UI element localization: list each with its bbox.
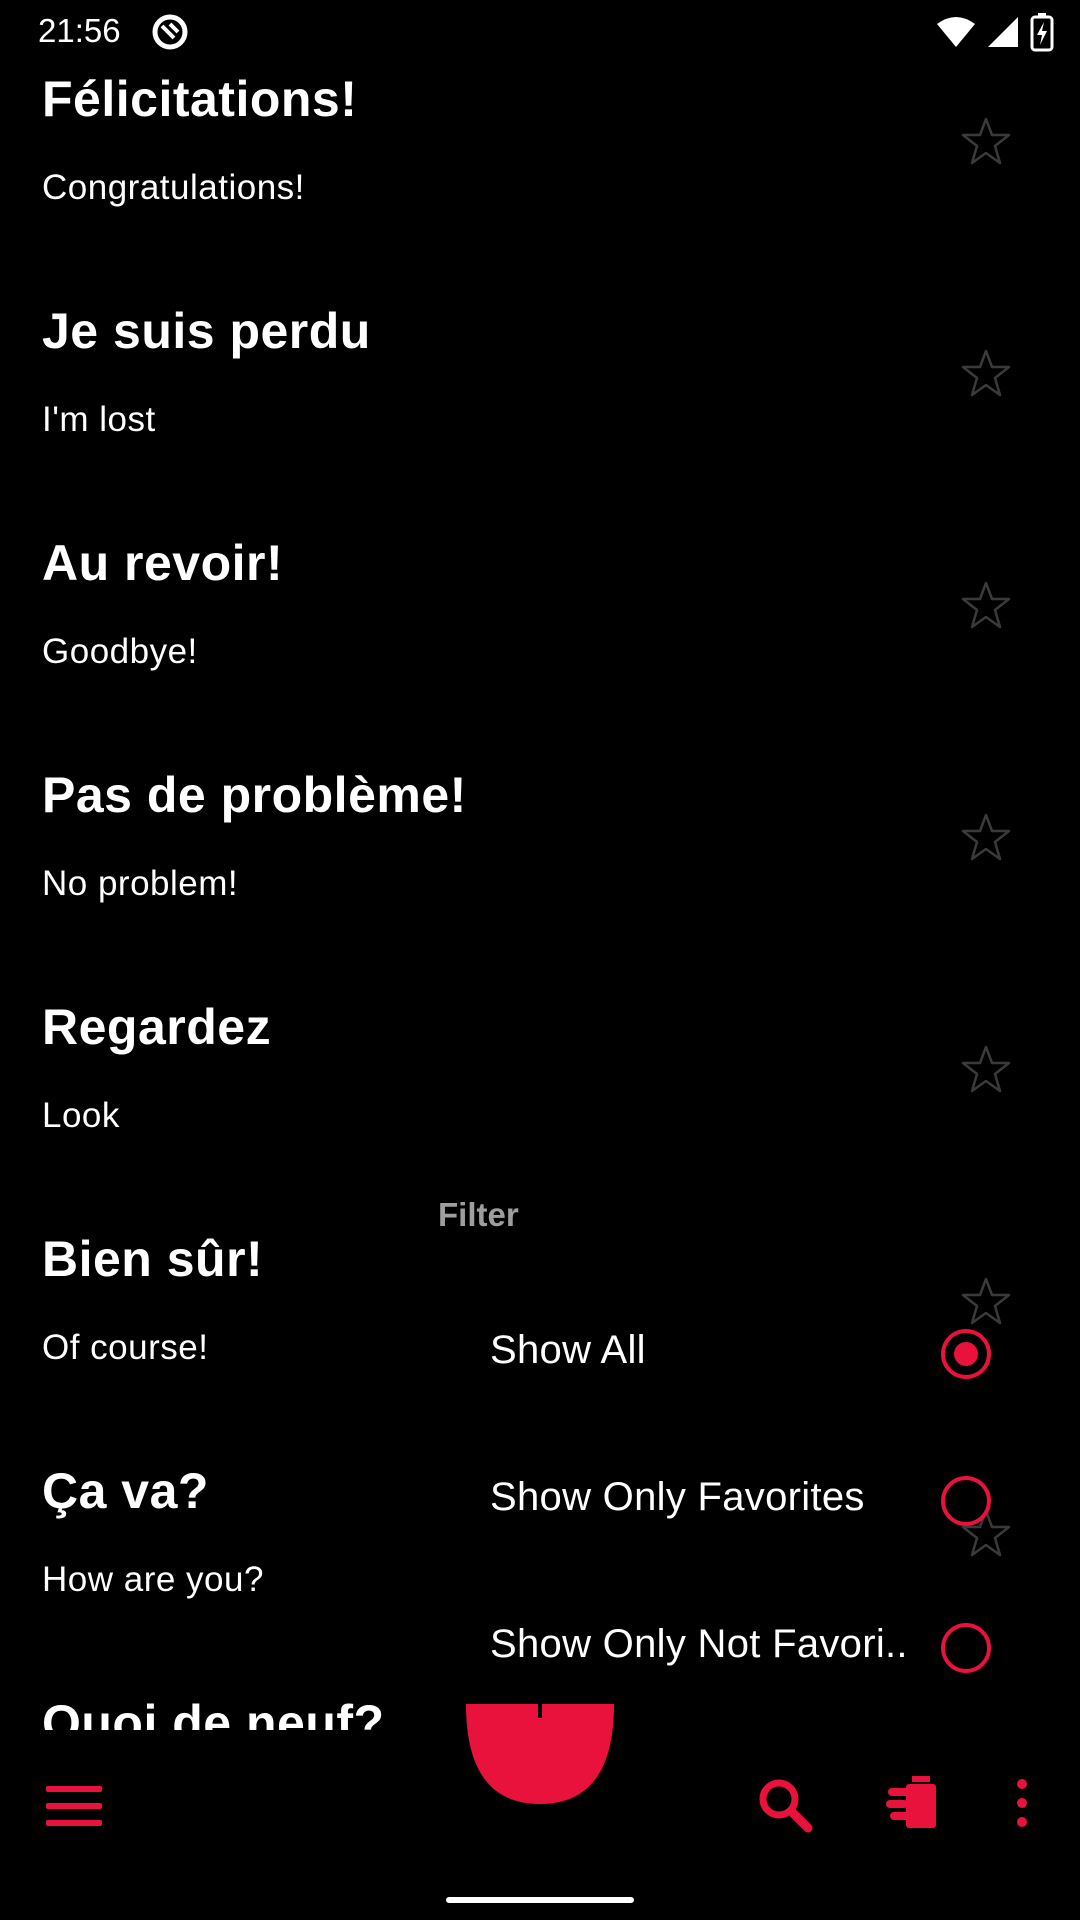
- phrase-translation: Goodbye!: [42, 632, 198, 671]
- phrase-translation: Look: [42, 1096, 120, 1135]
- phrase-item[interactable]: Félicitations! Congratulations!: [0, 66, 1080, 298]
- phrase-item[interactable]: Pas de problème! No problem!: [0, 762, 1080, 994]
- radio-selected-icon[interactable]: [940, 1328, 992, 1380]
- delete-sweep-icon[interactable]: [884, 1776, 940, 1830]
- phrase-item[interactable]: Je suis perdu I'm lost: [0, 298, 1080, 530]
- phrase-title: Je suis perdu: [42, 303, 371, 359]
- phrase-translation: How are you?: [42, 1560, 264, 1599]
- filter-title: Filter: [438, 1196, 519, 1233]
- phrase-title: Quoi de neuf?: [42, 1695, 385, 1730]
- filter-option-label: Show Only Favorites: [490, 1475, 865, 1519]
- add-fab[interactable]: [466, 1704, 614, 1804]
- phrase-title: Au revoir!: [42, 535, 284, 591]
- radio-unselected-icon[interactable]: [940, 1475, 992, 1527]
- phrase-item[interactable]: Au revoir! Goodbye!: [0, 530, 1080, 762]
- app-notification-icon: [152, 14, 188, 50]
- status-time: 21:56: [38, 12, 121, 49]
- filter-option[interactable]: Show Only Favorites: [466, 1445, 1026, 1555]
- phrase-translation: Of course!: [42, 1328, 209, 1367]
- favorite-star-icon[interactable]: [960, 580, 1012, 632]
- phrase-translation: Congratulations!: [42, 168, 305, 207]
- phrase-translation: No problem!: [42, 864, 239, 903]
- phrase-title: Ça va?: [42, 1463, 209, 1519]
- search-icon[interactable]: [756, 1776, 814, 1834]
- favorite-star-icon[interactable]: [960, 1044, 1012, 1096]
- status-bar: 21:56: [0, 0, 1080, 62]
- home-indicator[interactable]: [446, 1897, 634, 1903]
- radio-unselected-icon[interactable]: [940, 1622, 992, 1674]
- favorite-star-icon[interactable]: [960, 812, 1012, 864]
- phrase-translation: I'm lost: [42, 400, 156, 439]
- phrase-title: Félicitations!: [42, 71, 358, 127]
- status-icons: [936, 12, 1054, 52]
- favorite-star-icon[interactable]: [960, 116, 1012, 168]
- more-vert-icon[interactable]: [1012, 1778, 1032, 1828]
- filter-option[interactable]: Show All: [466, 1298, 1026, 1408]
- filter-option[interactable]: Show Only Not Favori..: [466, 1592, 1026, 1702]
- phrase-item[interactable]: Regardez Look: [0, 994, 1080, 1226]
- wifi-icon: [937, 17, 975, 47]
- phrase-title: Pas de problème!: [42, 767, 467, 823]
- add-icon: [538, 1704, 542, 1718]
- phrase-title: Bien sûr!: [42, 1231, 264, 1287]
- filter-option-label: Show All: [490, 1328, 646, 1372]
- menu-icon[interactable]: [46, 1784, 102, 1828]
- filter-option-label: Show Only Not Favori..: [490, 1622, 908, 1666]
- phrase-title: Regardez: [42, 999, 272, 1055]
- favorite-star-icon[interactable]: [960, 348, 1012, 400]
- battery-charging-icon: [1030, 13, 1054, 52]
- signal-icon: [988, 17, 1018, 47]
